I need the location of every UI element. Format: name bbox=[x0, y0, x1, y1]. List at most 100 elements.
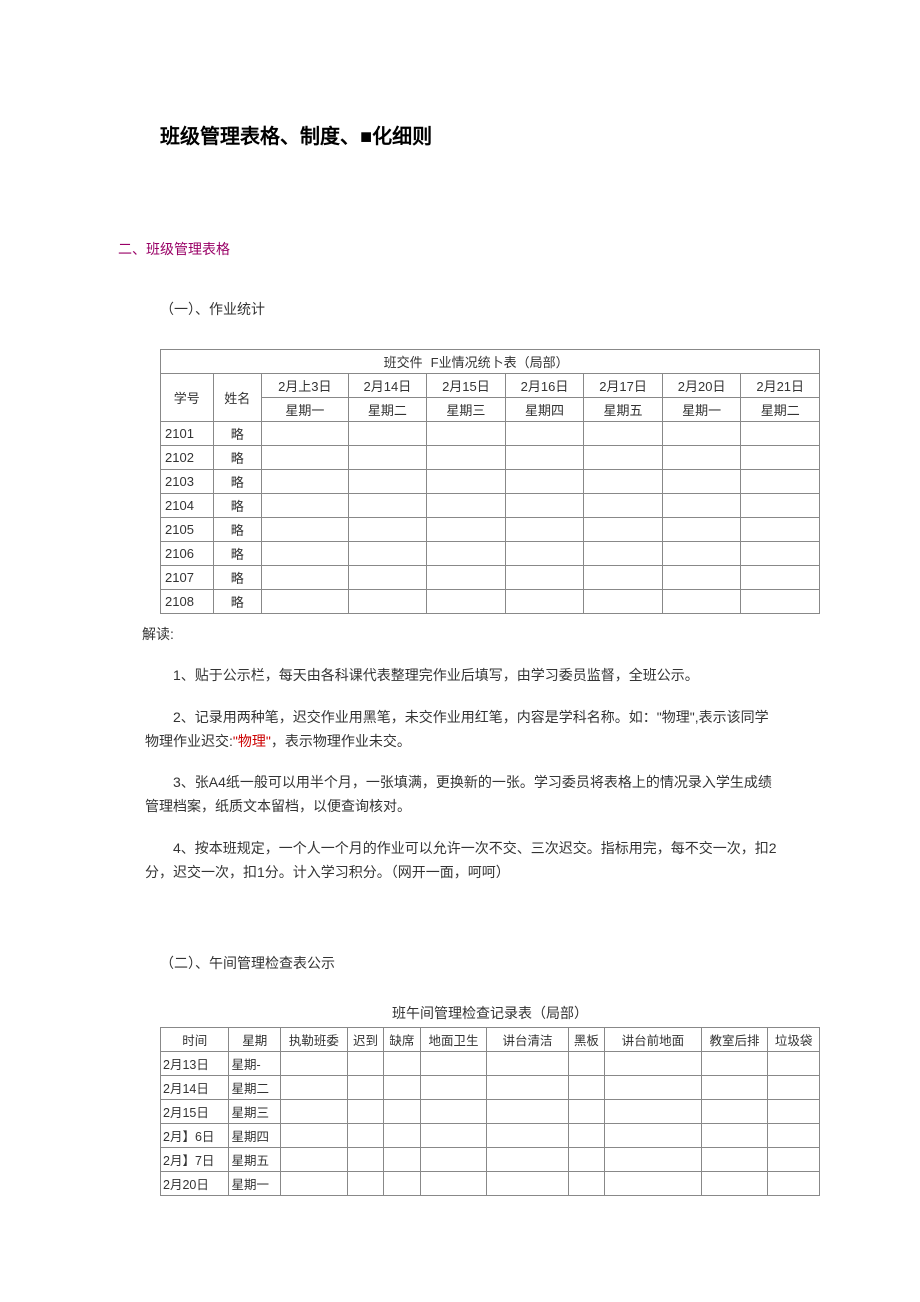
empty-cell bbox=[347, 1147, 383, 1171]
student-name-cell: 略 bbox=[213, 566, 262, 590]
empty-cell bbox=[701, 1147, 768, 1171]
table2-header-row: 时间 星期 执勒班委 迟到 缺席 地面卫生 讲台清洁 黑板 讲台前地面 教室后排… bbox=[161, 1027, 820, 1051]
table2-caption: 班午间管理检查记录表（局部） bbox=[160, 1003, 820, 1023]
empty-cell bbox=[384, 1075, 420, 1099]
empty-cell bbox=[427, 446, 506, 470]
table-row: 2月14日星期二 bbox=[161, 1075, 820, 1099]
table1-caption-left: 班交件 bbox=[161, 350, 427, 374]
spacer bbox=[130, 903, 790, 953]
empty-cell bbox=[662, 494, 741, 518]
empty-cell bbox=[568, 1123, 604, 1147]
table-row: 2103略 bbox=[161, 470, 820, 494]
empty-cell bbox=[741, 590, 820, 614]
empty-cell bbox=[584, 566, 663, 590]
empty-cell bbox=[348, 566, 427, 590]
empty-cell bbox=[281, 1099, 348, 1123]
date-cell: 2月15日 bbox=[161, 1099, 229, 1123]
t2-h: 迟到 bbox=[347, 1027, 383, 1051]
table1-caption-right: F业情况统卜表（局部） bbox=[427, 350, 820, 374]
empty-cell bbox=[701, 1171, 768, 1195]
empty-cell bbox=[605, 1171, 701, 1195]
empty-cell bbox=[605, 1099, 701, 1123]
empty-cell bbox=[768, 1123, 820, 1147]
empty-cell bbox=[384, 1051, 420, 1075]
empty-cell bbox=[568, 1075, 604, 1099]
empty-cell bbox=[662, 446, 741, 470]
t2-h: 教室后排 bbox=[701, 1027, 768, 1051]
empty-cell bbox=[505, 470, 584, 494]
paragraph-2: 2、记录用两种笔，迟交作业用黑笔，未交作业用红笔，内容是学科名称。如："物理",… bbox=[130, 706, 790, 754]
date-header: 2月15日 bbox=[427, 374, 506, 398]
student-id-cell: 2106 bbox=[161, 542, 214, 566]
empty-cell bbox=[505, 446, 584, 470]
date-header: 2月14日 bbox=[348, 374, 427, 398]
weekday-cell: 星期一 bbox=[229, 1171, 281, 1195]
t2-h: 地面卫生 bbox=[420, 1027, 487, 1051]
date-header: 2月21日 bbox=[741, 374, 820, 398]
empty-cell bbox=[505, 518, 584, 542]
empty-cell bbox=[281, 1123, 348, 1147]
student-id-cell: 2108 bbox=[161, 590, 214, 614]
empty-cell bbox=[584, 518, 663, 542]
empty-cell bbox=[605, 1123, 701, 1147]
t2-h: 黑板 bbox=[568, 1027, 604, 1051]
student-name-cell: 略 bbox=[213, 494, 262, 518]
empty-cell bbox=[605, 1075, 701, 1099]
t2-h: 时间 bbox=[161, 1027, 229, 1051]
empty-cell bbox=[347, 1171, 383, 1195]
table-row: 2102略 bbox=[161, 446, 820, 470]
empty-cell bbox=[427, 494, 506, 518]
empty-cell bbox=[662, 422, 741, 446]
empty-cell bbox=[662, 542, 741, 566]
homework-table: 班交件 F业情况统卜表（局部） 学号 姓名 2月上3日 2月14日 2月15日 … bbox=[160, 349, 820, 614]
empty-cell bbox=[348, 422, 427, 446]
empty-cell bbox=[262, 566, 349, 590]
weekday-header: 星期一 bbox=[662, 398, 741, 422]
student-name-cell: 略 bbox=[213, 590, 262, 614]
student-id-cell: 2107 bbox=[161, 566, 214, 590]
empty-cell bbox=[701, 1075, 768, 1099]
table-row: 2104略 bbox=[161, 494, 820, 518]
student-name-cell: 略 bbox=[213, 422, 262, 446]
col-id-header: 学号 bbox=[161, 374, 214, 422]
date-cell: 2月13日 bbox=[161, 1051, 229, 1075]
empty-cell bbox=[262, 542, 349, 566]
empty-cell bbox=[281, 1147, 348, 1171]
empty-cell bbox=[384, 1147, 420, 1171]
empty-cell bbox=[662, 590, 741, 614]
empty-cell bbox=[741, 542, 820, 566]
empty-cell bbox=[348, 518, 427, 542]
table-row: 2月】7日星期五 bbox=[161, 1147, 820, 1171]
table-row: 2101略 bbox=[161, 422, 820, 446]
empty-cell bbox=[420, 1123, 487, 1147]
empty-cell bbox=[420, 1147, 487, 1171]
empty-cell bbox=[348, 446, 427, 470]
date-header: 2月20日 bbox=[662, 374, 741, 398]
document-page: 班级管理表格、制度、■化细则 二、班级管理表格 （一）、作业统计 班交件 F业情… bbox=[0, 0, 920, 1266]
empty-cell bbox=[568, 1051, 604, 1075]
empty-cell bbox=[768, 1051, 820, 1075]
empty-cell bbox=[347, 1075, 383, 1099]
empty-cell bbox=[605, 1147, 701, 1171]
date-header: 2月17日 bbox=[584, 374, 663, 398]
empty-cell bbox=[347, 1099, 383, 1123]
weekday-cell: 星期四 bbox=[229, 1123, 281, 1147]
empty-cell bbox=[262, 422, 349, 446]
table-row: 2108略 bbox=[161, 590, 820, 614]
table1-wrap: 班交件 F业情况统卜表（局部） 学号 姓名 2月上3日 2月14日 2月15日 … bbox=[160, 349, 820, 614]
subsection-1-title: （一）、作业统计 bbox=[130, 299, 790, 319]
weekday-header: 星期二 bbox=[348, 398, 427, 422]
empty-cell bbox=[427, 518, 506, 542]
empty-cell bbox=[281, 1051, 348, 1075]
empty-cell bbox=[768, 1147, 820, 1171]
date-cell: 2月】7日 bbox=[161, 1147, 229, 1171]
empty-cell bbox=[427, 590, 506, 614]
page-title: 班级管理表格、制度、■化细则 bbox=[130, 120, 790, 149]
empty-cell bbox=[568, 1171, 604, 1195]
empty-cell bbox=[348, 494, 427, 518]
weekday-header: 星期一 bbox=[262, 398, 349, 422]
empty-cell bbox=[568, 1099, 604, 1123]
subsection-2-title: （二）、午间管理检查表公示 bbox=[130, 953, 790, 973]
empty-cell bbox=[662, 518, 741, 542]
date-cell: 2月】6日 bbox=[161, 1123, 229, 1147]
